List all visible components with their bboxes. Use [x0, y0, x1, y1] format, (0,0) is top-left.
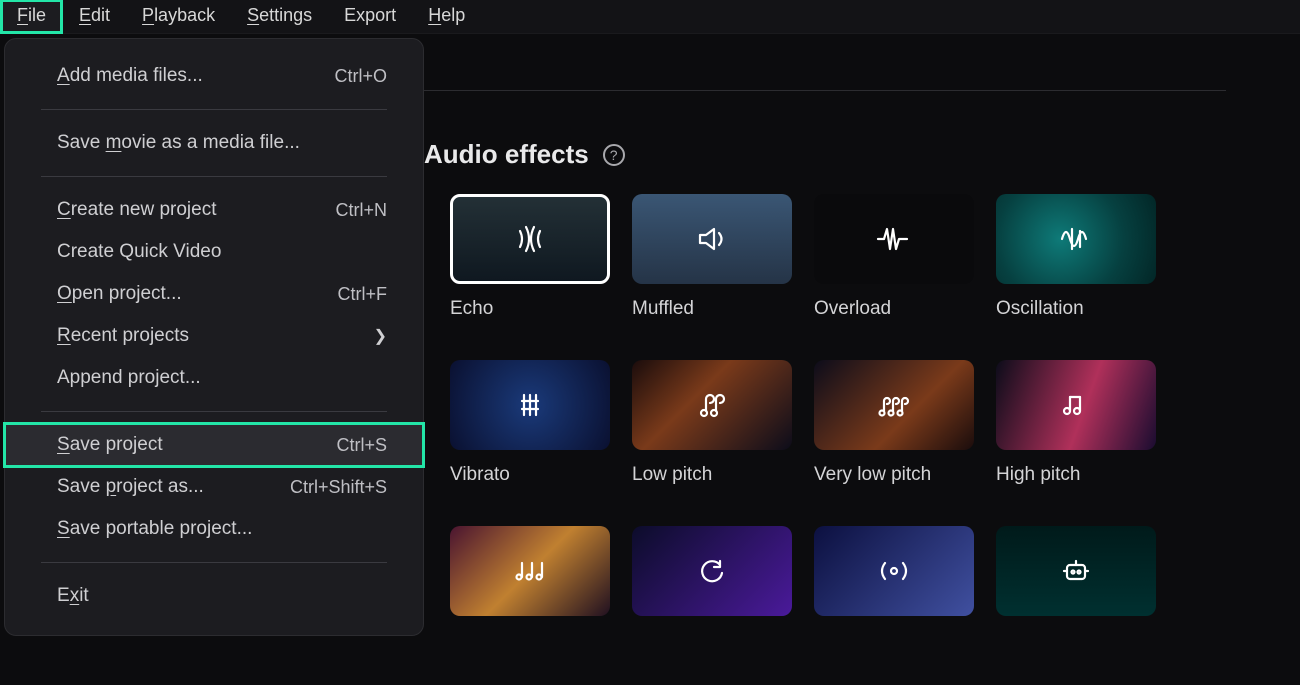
menu-file[interactable]: File	[0, 0, 63, 34]
overload-icon	[876, 221, 912, 257]
file-menu-create-new-project[interactable]: Create new project Ctrl+N	[5, 189, 423, 231]
menu-item-label: Add media files...	[57, 65, 203, 87]
menu-item-label: Append project...	[57, 367, 201, 389]
chevron-right-icon: ❯	[374, 326, 387, 346]
file-menu-exit[interactable]: Exit	[5, 575, 423, 617]
effect-label: Overload	[814, 298, 974, 320]
effect-label: Low pitch	[632, 464, 792, 486]
menu-item-shortcut: Ctrl+F	[338, 284, 388, 305]
file-menu-recent-projects[interactable]: Recent projects ❯	[5, 315, 423, 357]
menu-item-label: Recent projects	[57, 325, 189, 347]
effect-label: Echo	[450, 298, 610, 320]
oscillation-icon	[1058, 221, 1094, 257]
file-menu-save-project-as[interactable]: Save project as... Ctrl+Shift+S	[5, 466, 423, 508]
effect-card-low-pitch[interactable]: Low pitch	[632, 360, 792, 486]
menu-export[interactable]: Export	[328, 1, 412, 32]
effect-thumbnail[interactable]	[632, 360, 792, 450]
effect-thumbnail[interactable]	[632, 194, 792, 284]
menu-separator	[41, 109, 387, 110]
file-menu-save-portable-project[interactable]: Save portable project...	[5, 508, 423, 550]
help-icon[interactable]: ?	[603, 144, 625, 166]
robot-icon	[1058, 553, 1094, 589]
effect-card-high-pitch[interactable]: High pitch	[996, 360, 1156, 486]
effect-card-echo[interactable]: Echo	[450, 194, 610, 320]
file-menu-save-movie-as-a-media-file[interactable]: Save movie as a media file...	[5, 122, 423, 164]
menu-edit[interactable]: Edit	[63, 1, 126, 32]
menu-item-label: Save project	[57, 434, 163, 456]
menu-help[interactable]: Help	[412, 1, 481, 32]
effect-thumbnail[interactable]	[450, 526, 610, 616]
file-menu-append-project[interactable]: Append project...	[5, 357, 423, 399]
effect-thumbnail[interactable]	[814, 526, 974, 616]
menu-separator	[41, 411, 387, 412]
menu-item-label: Save portable project...	[57, 518, 252, 540]
menu-item-shortcut: Ctrl+S	[336, 435, 387, 456]
menu-item-label: Create new project	[57, 199, 216, 221]
effect-thumbnail[interactable]	[450, 194, 610, 284]
file-menu-open-project[interactable]: Open project... Ctrl+F	[5, 273, 423, 315]
menu-settings[interactable]: Settings	[231, 1, 328, 32]
menu-item-label: Save movie as a media file...	[57, 132, 300, 154]
effect-thumbnail[interactable]	[450, 360, 610, 450]
refresh-icon	[694, 553, 730, 589]
effect-label: Oscillation	[996, 298, 1156, 320]
effect-card-overload[interactable]: Overload	[814, 194, 974, 320]
lowpitch-icon	[694, 387, 730, 423]
effect-thumbnail[interactable]	[996, 526, 1156, 616]
effect-card-broadcast[interactable]	[814, 526, 974, 630]
effect-card-robot[interactable]	[996, 526, 1156, 630]
menu-item-label: Exit	[57, 585, 89, 607]
effect-label: High pitch	[996, 464, 1156, 486]
menu-item-shortcut: Ctrl+Shift+S	[290, 477, 387, 498]
highpitch2-icon	[512, 553, 548, 589]
broadcast-icon	[876, 553, 912, 589]
menu-item-shortcut: Ctrl+O	[334, 66, 387, 87]
effect-thumbnail[interactable]	[996, 360, 1156, 450]
effect-card-muffled[interactable]: Muffled	[632, 194, 792, 320]
menu-item-label: Open project...	[57, 283, 182, 305]
effect-card-highpitch2[interactable]	[450, 526, 610, 630]
effect-thumbnail[interactable]	[996, 194, 1156, 284]
effect-card-very-low-pitch[interactable]: Very low pitch	[814, 360, 974, 486]
menu-item-shortcut: Ctrl+N	[335, 200, 387, 221]
section-title: Audio effects	[424, 139, 589, 170]
effect-thumbnail[interactable]	[632, 526, 792, 616]
menu-bar: FileEditPlaybackSettingsExportHelp	[0, 0, 1300, 34]
menu-item-label: Save project as...	[57, 476, 204, 498]
muffled-icon	[694, 221, 730, 257]
effect-card-refresh[interactable]	[632, 526, 792, 630]
file-menu-dropdown: Add media files... Ctrl+O Save movie as a …	[4, 38, 424, 636]
file-menu-save-project[interactable]: Save project Ctrl+S	[5, 424, 423, 466]
highpitch-icon	[1058, 387, 1094, 423]
file-menu-create-quick-video[interactable]: Create Quick Video	[5, 231, 423, 273]
menu-playback[interactable]: Playback	[126, 1, 231, 32]
effect-label: Very low pitch	[814, 464, 974, 486]
effect-card-oscillation[interactable]: Oscillation	[996, 194, 1156, 320]
effect-label: Vibrato	[450, 464, 610, 486]
section-header: Audio effects ?	[424, 139, 1266, 170]
echo-icon	[512, 221, 548, 257]
menu-separator	[41, 176, 387, 177]
menu-separator	[41, 562, 387, 563]
effect-thumbnail[interactable]	[814, 360, 974, 450]
verylowpitch-icon	[876, 387, 912, 423]
file-menu-add-media-files[interactable]: Add media files... Ctrl+O	[5, 55, 423, 97]
menu-item-label: Create Quick Video	[57, 241, 221, 263]
vibrato-icon	[512, 387, 548, 423]
effect-card-vibrato[interactable]: Vibrato	[450, 360, 610, 486]
effect-thumbnail[interactable]	[814, 194, 974, 284]
effects-grid: Echo Muffled Overload Oscillation Vibrato Low…	[450, 194, 1266, 630]
effect-label: Muffled	[632, 298, 792, 320]
